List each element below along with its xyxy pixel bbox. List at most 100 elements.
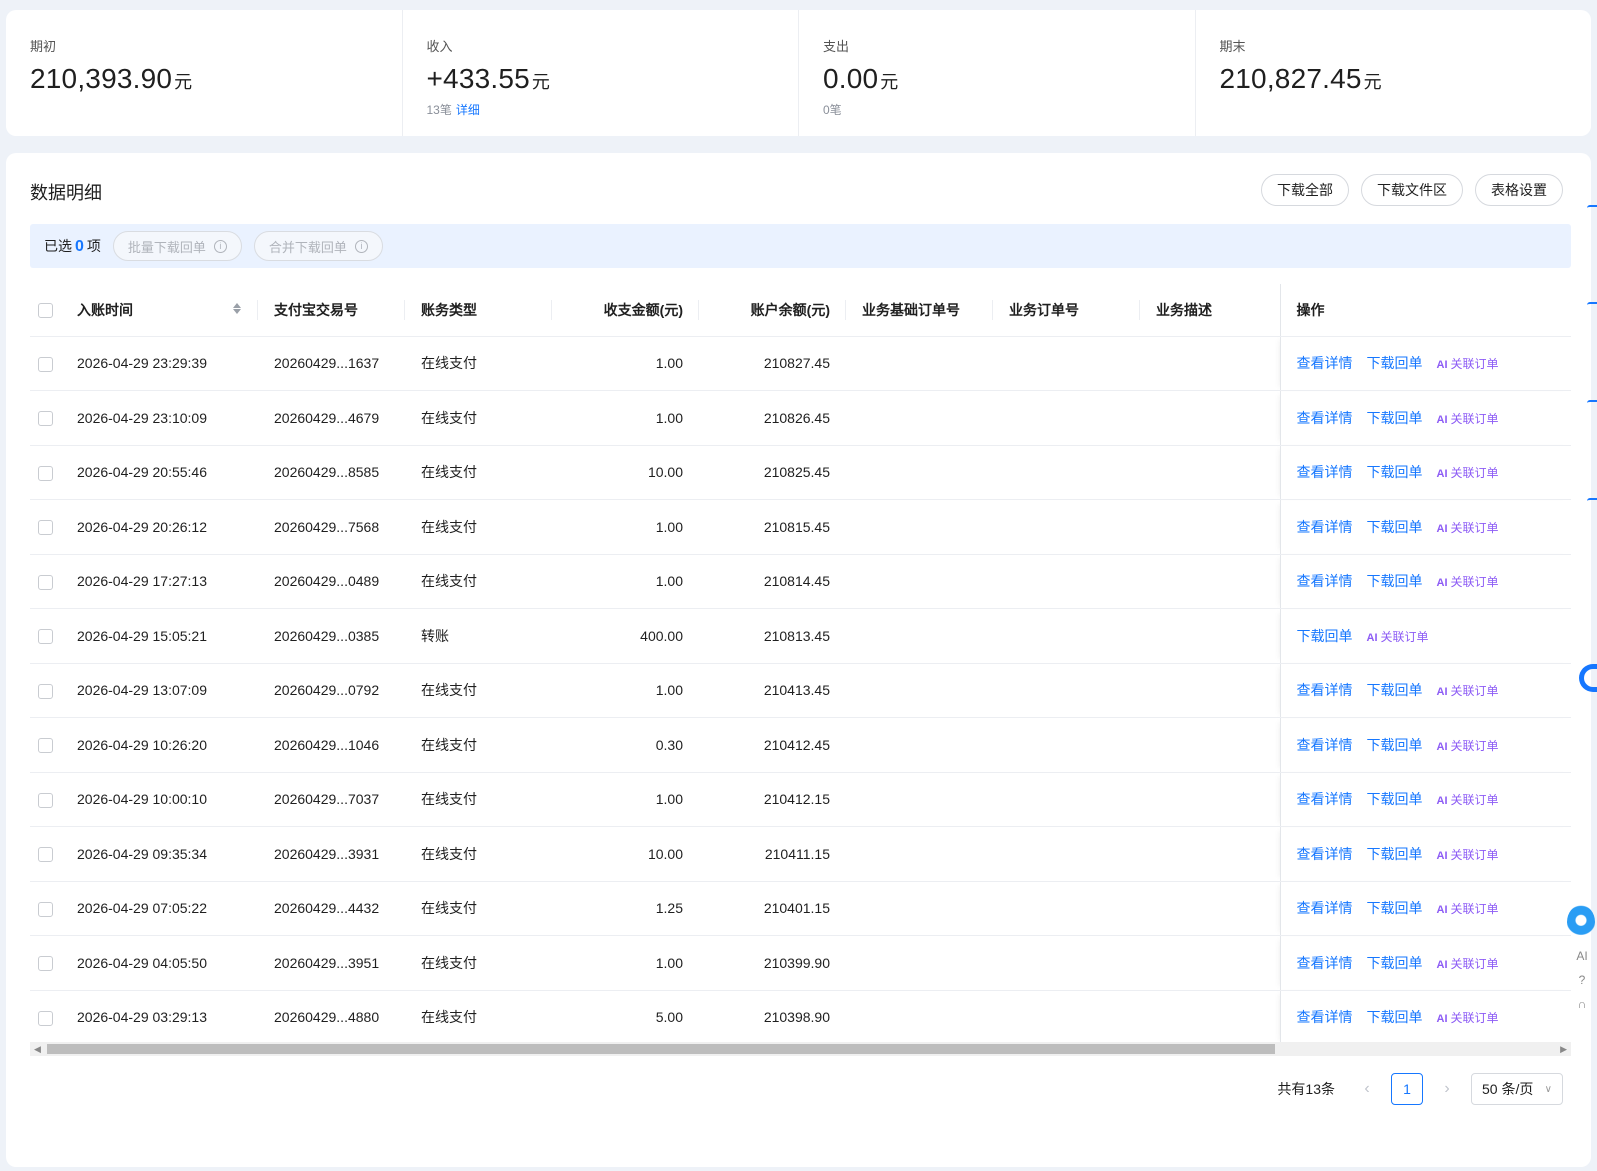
table-row: 2026-04-29 15:05:21 20260429...0385 转账 400.… <box>30 608 1571 664</box>
row-checkbox[interactable] <box>38 411 53 427</box>
link-order-ai-link[interactable]: AI 关联订单 <box>1437 902 1499 916</box>
download-receipt-link[interactable]: 下载回单 <box>1367 573 1423 589</box>
cell-desc <box>1140 499 1280 555</box>
download-receipt-link[interactable]: 下载回单 <box>1367 1009 1423 1025</box>
cell-txn: 20260429...0792 <box>258 663 405 718</box>
merge-download-button[interactable]: 合并下载回单 i <box>253 231 383 261</box>
side-tab-marker[interactable] <box>1587 205 1597 208</box>
view-detail-link[interactable]: 查看详情 <box>1297 900 1353 916</box>
row-checkbox[interactable] <box>38 792 53 808</box>
row-select-cell <box>30 881 61 936</box>
link-order-ai-link[interactable]: AI 关联订单 <box>1437 957 1499 971</box>
link-order-ai-link[interactable]: AI 关联订单 <box>1367 630 1429 644</box>
view-detail-link[interactable]: 查看详情 <box>1297 791 1353 807</box>
sort-icon[interactable] <box>232 302 242 315</box>
download-receipt-link[interactable]: 下载回单 <box>1367 955 1423 971</box>
cell-time: 2026-04-29 15:05:21 <box>61 608 258 664</box>
row-checkbox[interactable] <box>38 356 53 372</box>
link-order-ai-link[interactable]: AI 关联订单 <box>1437 521 1499 535</box>
cell-amount: 1.00 <box>552 499 699 555</box>
cell-order <box>993 390 1140 446</box>
row-select-cell <box>30 663 61 718</box>
cell-balance: 210412.45 <box>699 717 846 773</box>
link-order-ai-link[interactable]: AI 关联订单 <box>1437 684 1499 698</box>
download-receipt-link[interactable]: 下载回单 <box>1367 791 1423 807</box>
horizontal-scrollbar[interactable]: ◀ ▶ <box>30 1042 1571 1056</box>
cell-txn: 20260429...3951 <box>258 935 405 991</box>
headset-icon[interactable]: ∩ <box>1567 997 1597 1011</box>
scroll-right-icon[interactable]: ▶ <box>1560 1044 1567 1055</box>
download-file-area-button[interactable]: 下载文件区 <box>1361 174 1463 206</box>
download-all-button[interactable]: 下载全部 <box>1261 174 1349 206</box>
batch-download-button[interactable]: 批量下载回单 i <box>112 231 242 261</box>
table-row: 2026-04-29 10:26:20 20260429...1046 在线支付 0.… <box>30 717 1571 773</box>
cell-type: 在线支付 <box>405 826 552 882</box>
link-order-ai-link[interactable]: AI 关联订单 <box>1437 466 1499 480</box>
cell-balance: 210413.45 <box>699 663 846 718</box>
help-icon[interactable]: ? <box>1567 973 1597 987</box>
prev-page-icon[interactable]: ‹ <box>1357 1080 1377 1098</box>
view-detail-link[interactable]: 查看详情 <box>1297 1009 1353 1025</box>
col-time[interactable]: 入账时间 <box>61 284 258 337</box>
view-detail-link[interactable]: 查看详情 <box>1297 519 1353 535</box>
view-detail-link[interactable]: 查看详情 <box>1297 464 1353 480</box>
row-checkbox[interactable] <box>38 465 53 481</box>
view-detail-link[interactable]: 查看详情 <box>1297 410 1353 426</box>
robot-assistant-icon[interactable] <box>1567 905 1595 939</box>
download-receipt-link[interactable]: 下载回单 <box>1367 846 1423 862</box>
selection-bar: 已选 0 项 批量下载回单 i 合并下载回单 i <box>30 224 1571 268</box>
download-receipt-link[interactable]: 下载回单 <box>1367 355 1423 371</box>
link-order-ai-link[interactable]: AI 关联订单 <box>1437 793 1499 807</box>
link-order-ai-link[interactable]: AI 关联订单 <box>1437 575 1499 589</box>
link-order-ai-link[interactable]: AI 关联订单 <box>1437 1011 1499 1025</box>
download-receipt-link[interactable]: 下载回单 <box>1297 628 1353 644</box>
view-detail-link[interactable]: 查看详情 <box>1297 846 1353 862</box>
view-detail-link[interactable]: 查看详情 <box>1297 737 1353 753</box>
row-checkbox[interactable] <box>38 520 53 536</box>
view-detail-link[interactable]: 查看详情 <box>1297 573 1353 589</box>
link-order-ai-link[interactable]: AI 关联订单 <box>1437 848 1499 862</box>
row-checkbox[interactable] <box>38 629 53 645</box>
download-receipt-link[interactable]: 下载回单 <box>1367 737 1423 753</box>
cell-amount: 0.30 <box>552 717 699 773</box>
download-receipt-link[interactable]: 下载回单 <box>1367 410 1423 426</box>
cell-order <box>993 772 1140 827</box>
cell-amount: 1.00 <box>552 390 699 446</box>
cell-desc <box>1140 826 1280 882</box>
view-detail-link[interactable]: 查看详情 <box>1297 955 1353 971</box>
stat-opening: 期初 210,393.90 元 <box>6 10 402 136</box>
side-toolbar: AI ? ∩ <box>1567 905 1597 1055</box>
income-detail-link[interactable]: 详细 <box>456 103 480 117</box>
side-tab-marker[interactable] <box>1587 400 1597 403</box>
cell-order <box>993 935 1140 991</box>
row-checkbox[interactable] <box>38 574 53 590</box>
side-tab-marker[interactable] <box>1587 498 1597 501</box>
row-checkbox[interactable] <box>38 683 53 699</box>
link-order-ai-link[interactable]: AI 关联订单 <box>1437 357 1499 371</box>
row-checkbox[interactable] <box>38 847 53 863</box>
cell-txn: 20260429...7037 <box>258 772 405 827</box>
row-checkbox[interactable] <box>38 901 53 917</box>
view-detail-link[interactable]: 查看详情 <box>1297 682 1353 698</box>
side-tab-marker[interactable] <box>1587 302 1597 305</box>
view-detail-link[interactable]: 查看详情 <box>1297 355 1353 371</box>
select-all-checkbox[interactable] <box>38 303 53 319</box>
cell-amount: 10.00 <box>552 826 699 882</box>
download-receipt-link[interactable]: 下载回单 <box>1367 900 1423 916</box>
download-receipt-link[interactable]: 下载回单 <box>1367 682 1423 698</box>
panel-title: 数据明细 <box>30 183 102 203</box>
row-checkbox[interactable] <box>38 956 53 972</box>
download-receipt-link[interactable]: 下载回单 <box>1367 519 1423 535</box>
scroll-left-icon[interactable]: ◀ <box>34 1044 41 1055</box>
row-checkbox[interactable] <box>38 1010 53 1026</box>
page-1-button[interactable]: 1 <box>1391 1073 1423 1105</box>
table-settings-button[interactable]: 表格设置 <box>1475 174 1563 206</box>
next-page-icon[interactable]: › <box>1437 1080 1457 1098</box>
link-order-ai-link[interactable]: AI 关联订单 <box>1437 739 1499 753</box>
page-size-select[interactable]: 50 条/页 ∨ <box>1471 1073 1563 1105</box>
ai-assistant-button[interactable]: AI <box>1567 949 1597 963</box>
link-order-ai-link[interactable]: AI 关联订单 <box>1437 412 1499 426</box>
row-checkbox[interactable] <box>38 738 53 754</box>
scrollbar-thumb[interactable] <box>47 1044 1275 1054</box>
download-receipt-link[interactable]: 下载回单 <box>1367 464 1423 480</box>
